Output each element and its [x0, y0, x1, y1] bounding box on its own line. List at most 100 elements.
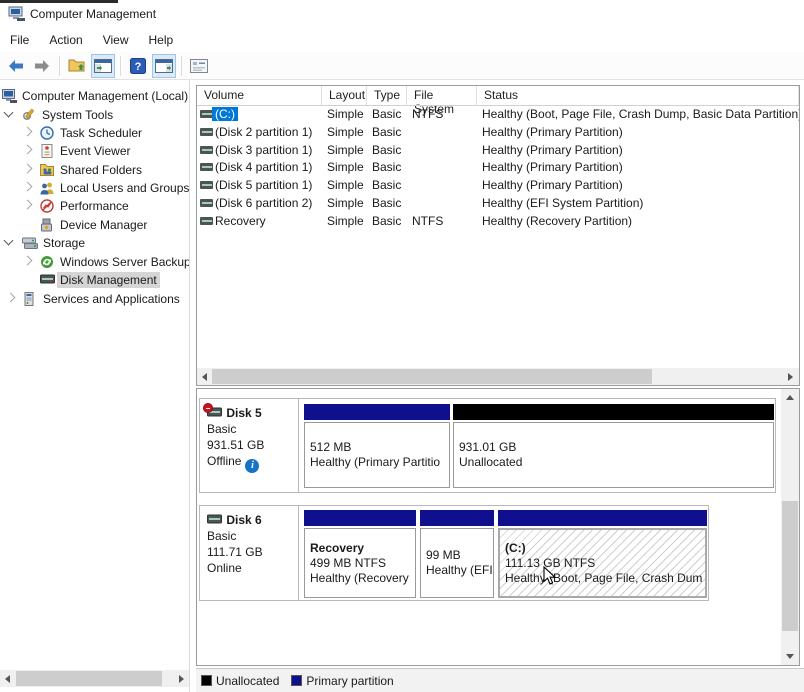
- tree-item-label: System Tools: [39, 107, 116, 123]
- back-arrow-icon: [8, 59, 24, 73]
- app-icon: [8, 6, 25, 22]
- tree-item-shared-folders[interactable]: Shared Folders: [0, 160, 189, 179]
- volume-layout: Simple: [327, 107, 364, 121]
- disk-state-line: Offlinei: [207, 453, 291, 473]
- help-button[interactable]: ?: [126, 54, 150, 78]
- volume-row-recovery[interactable]: Recovery Simple Basic NTFS Healthy (Reco…: [197, 212, 799, 230]
- tree-item-computer-management[interactable]: Computer Management (Local): [0, 86, 189, 105]
- menu-action[interactable]: Action: [39, 30, 92, 50]
- volume-row-c[interactable]: (C:) Simple Basic NTFS Healthy (Boot, Pa…: [197, 105, 799, 123]
- tree-item-storage[interactable]: Storage: [0, 233, 189, 252]
- column-header-layout[interactable]: Layout: [322, 86, 367, 105]
- volume-row-disk4-p1[interactable]: (Disk 4 partition 1) Simple Basic Health…: [197, 158, 799, 176]
- volume-row-disk5-p1[interactable]: (Disk 5 partition 1) Simple Basic Health…: [197, 176, 799, 194]
- disk-management-icon: [40, 274, 55, 288]
- tree-item-performance[interactable]: Performance: [0, 196, 189, 215]
- tree-item-task-scheduler[interactable]: Task Scheduler: [0, 123, 189, 142]
- show-action-pane-button[interactable]: [152, 54, 176, 78]
- disk-name: Disk 5: [226, 405, 261, 421]
- menu-view[interactable]: View: [93, 30, 139, 50]
- properties-button[interactable]: [187, 54, 211, 78]
- scroll-left-icon[interactable]: [5, 675, 10, 683]
- chevron-collapsed-icon[interactable]: [23, 145, 33, 155]
- disk6-partition-efi[interactable]: 99 MB Healthy (EFI: [420, 510, 494, 598]
- disk5-partition1[interactable]: 512 MB Healthy (Primary Partitio: [304, 404, 450, 488]
- info-icon[interactable]: i: [245, 459, 259, 473]
- primary-partition-bar: [420, 510, 494, 526]
- disk6-partition-recovery[interactable]: Recovery 499 MB NTFS Healthy (Recovery: [304, 510, 416, 598]
- volume-horizontal-scrollbar[interactable]: [197, 368, 799, 385]
- partition-body: 512 MB Healthy (Primary Partitio: [304, 422, 450, 488]
- disk6-label[interactable]: Disk 6 Basic 111.71 GB Online: [200, 506, 299, 600]
- tree-horizontal-scrollbar[interactable]: [0, 670, 190, 687]
- tree-item-windows-server-backup[interactable]: Windows Server Backup: [0, 252, 189, 271]
- chevron-collapsed-icon[interactable]: [23, 164, 33, 174]
- volume-type: Basic: [372, 178, 401, 192]
- chevron-expanded-icon[interactable]: [4, 236, 14, 246]
- chevron-collapsed-icon[interactable]: [6, 293, 16, 303]
- disk5-label[interactable]: Disk 5 Basic 931.51 GB Offlinei: [200, 399, 299, 492]
- volume-name: (C:): [212, 107, 238, 121]
- disk6-row: Disk 6 Basic 111.71 GB Online Recovery 4…: [199, 505, 709, 601]
- volume-row-disk2-p1[interactable]: (Disk 2 partition 1) Simple Basic Health…: [197, 123, 799, 141]
- volume-name: (Disk 4 partition 1): [215, 160, 312, 174]
- chevron-expanded-icon[interactable]: [4, 108, 14, 118]
- column-header-type[interactable]: Type: [367, 86, 407, 105]
- volume-icon: [200, 181, 213, 189]
- scroll-right-icon[interactable]: [788, 373, 793, 381]
- tree-item-device-manager[interactable]: Device Manager: [0, 215, 189, 234]
- toolbar: ?: [0, 52, 804, 80]
- column-header-status[interactable]: Status: [477, 86, 799, 105]
- toolbar-separator: [59, 56, 60, 76]
- tree-item-system-tools[interactable]: System Tools: [0, 105, 189, 124]
- column-header-volume[interactable]: Volume: [197, 86, 322, 105]
- volume-scrollbar-thumb[interactable]: [212, 369, 652, 384]
- show-console-tree-button[interactable]: [91, 54, 115, 78]
- menu-bar: File Action View Help: [0, 28, 804, 52]
- task-scheduler-icon: [40, 126, 55, 140]
- action-pane-window-icon: [155, 59, 173, 73]
- column-header-file-system[interactable]: File System: [407, 86, 477, 105]
- disk6-partition-c[interactable]: (C:) 111.13 GB NTFS Healthy (Boot, Page …: [498, 510, 707, 598]
- tree-item-local-users-and-groups[interactable]: Local Users and Groups: [0, 178, 189, 197]
- disk-scrollbar-thumb[interactable]: [782, 501, 798, 631]
- unallocated-swatch: [201, 675, 212, 686]
- chevron-collapsed-icon[interactable]: [23, 200, 33, 210]
- back-button[interactable]: [4, 54, 28, 78]
- tree-scrollbar-thumb[interactable]: [16, 671, 162, 686]
- menu-help[interactable]: Help: [139, 30, 184, 50]
- scroll-right-icon[interactable]: [179, 675, 184, 683]
- partition-status: Healthy (EFI: [426, 563, 488, 578]
- volume-fs: NTFS: [412, 214, 443, 228]
- tree-item-label: Task Scheduler: [57, 125, 145, 141]
- tree-item-services-and-applications[interactable]: Services and Applications: [0, 289, 189, 308]
- tree-item-event-viewer[interactable]: Event Viewer: [0, 141, 189, 160]
- services-applications-icon: [22, 292, 37, 306]
- tree-item-disk-management[interactable]: Disk Management: [0, 270, 189, 289]
- scroll-left-icon[interactable]: [202, 373, 207, 381]
- chevron-collapsed-icon[interactable]: [23, 256, 33, 266]
- disk5-partition2-unallocated[interactable]: 931.01 GB Unallocated: [453, 404, 774, 488]
- volume-fs: NTFS: [412, 107, 443, 121]
- scroll-up-icon[interactable]: [786, 395, 794, 400]
- chevron-collapsed-icon[interactable]: [23, 127, 33, 137]
- menu-file[interactable]: File: [0, 30, 39, 50]
- tree-item-label: Services and Applications: [40, 291, 183, 307]
- volume-row-disk3-p1[interactable]: (Disk 3 partition 1) Simple Basic Health…: [197, 141, 799, 159]
- tree-item-label: Storage: [40, 235, 88, 251]
- disk-vertical-scrollbar[interactable]: [781, 389, 799, 665]
- storage-icon: [22, 236, 37, 250]
- titlebar-artifact: [0, 0, 118, 3]
- chevron-collapsed-icon[interactable]: [23, 182, 33, 192]
- forward-button[interactable]: [30, 54, 54, 78]
- volume-layout: Simple: [327, 178, 364, 192]
- window-title: Computer Management: [30, 7, 156, 21]
- volume-row-disk6-p2[interactable]: (Disk 6 partition 2) Simple Basic Health…: [197, 194, 799, 212]
- export-list-button[interactable]: [65, 54, 89, 78]
- disk-state: Online: [207, 560, 291, 576]
- tree-item-label: Windows Server Backup: [57, 254, 190, 270]
- volume-list-pane: Volume Layout Type File System Status (C…: [196, 85, 800, 386]
- disk-graphical-pane: Disk 5 Basic 931.51 GB Offlinei 512 MB H…: [196, 388, 800, 666]
- console-tree-window-icon: [94, 59, 112, 73]
- scroll-down-icon[interactable]: [786, 654, 794, 659]
